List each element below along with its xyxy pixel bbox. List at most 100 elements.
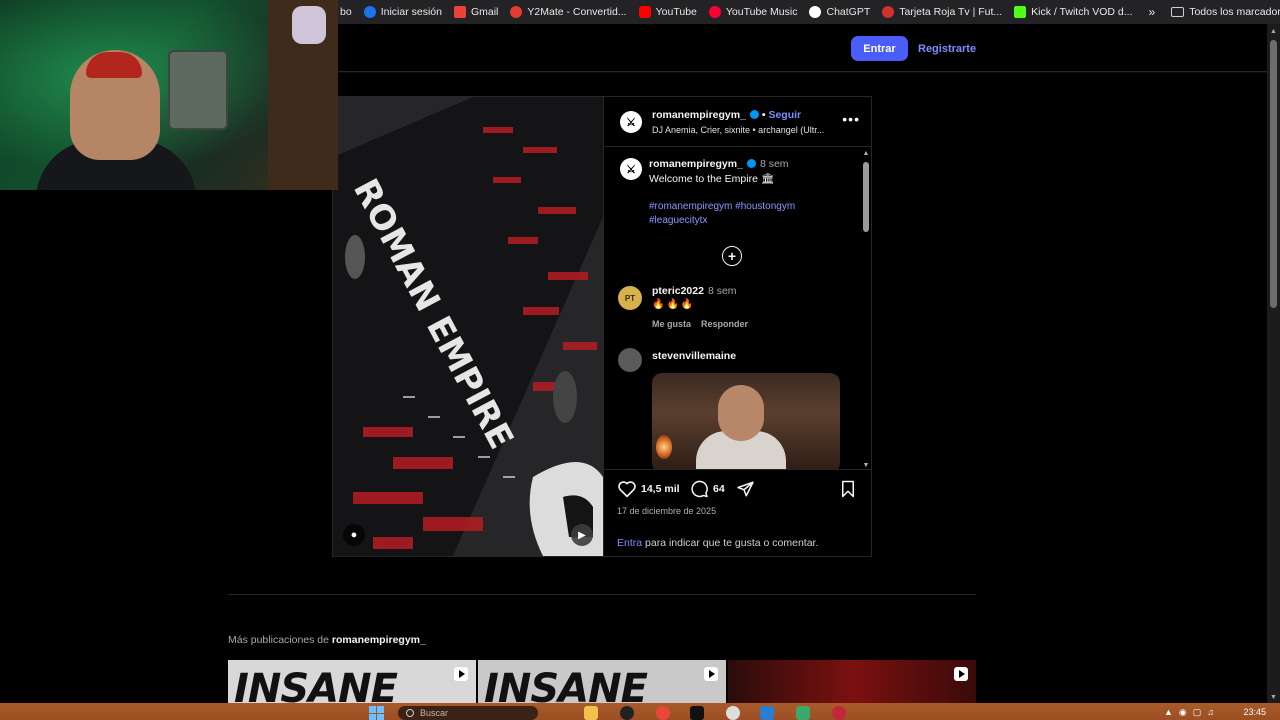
app-icon[interactable]	[796, 706, 810, 720]
windows-start-icon[interactable]	[369, 706, 385, 720]
thumbnail-text: INSANE	[484, 666, 648, 703]
gym-floor-image: ROMAN EMPIRE	[333, 97, 603, 556]
more-posts-prefix: Más publicaciones de	[228, 634, 332, 646]
like-action: 14,5 mil	[617, 480, 680, 498]
tarjeta-roja-icon	[882, 6, 895, 18]
login-button[interactable]: Entrar	[851, 36, 908, 61]
scroll-down-icon[interactable]: ▼	[862, 462, 870, 469]
bookmark-item[interactable]: ChatGPT	[803, 0, 876, 24]
bookmark-label: ChatGPT	[826, 6, 871, 18]
outlook-icon[interactable]	[760, 706, 774, 720]
bookmark-item[interactable]: YouTube Music	[703, 0, 804, 24]
all-bookmarks-label: Todos los marcadores	[1189, 6, 1280, 18]
all-bookmarks-button[interactable]: Todos los marcadores	[1165, 0, 1280, 24]
login-link[interactable]: Entra	[617, 537, 642, 549]
screen: bo Iniciar sesión Gmail Y2Mate - Convert…	[0, 0, 1280, 720]
obs-icon[interactable]	[620, 706, 634, 720]
webcam-whiteboard	[168, 50, 228, 130]
post-card: ROMAN EMPIRE ● ▶ ⚔ romanempiregym_ • Seg…	[332, 96, 872, 557]
comment-action: 64	[690, 480, 725, 498]
audio-track[interactable]: DJ Anemia, Crier, sixnite • archangel (U…	[652, 125, 840, 135]
webcam-person-cap	[86, 52, 142, 78]
signup-link[interactable]: Registrarte	[918, 36, 976, 61]
more-options-icon[interactable]: •••	[842, 111, 860, 127]
page-scrollbar[interactable]: ▲ ▼	[1267, 24, 1280, 703]
taskbar-clock[interactable]: 23:45	[1243, 707, 1266, 717]
youtube-music-icon	[708, 6, 721, 18]
section-divider	[228, 594, 976, 595]
login-hint-text: para indicar que te gusta o comentar.	[642, 537, 819, 549]
more-posts-title: Más publicaciones de romanempiregym_	[228, 634, 426, 646]
comment-username[interactable]: pteric2022	[652, 285, 704, 297]
page-scroll-thumb[interactable]	[1270, 40, 1277, 308]
bookmark-item[interactable]: Iniciar sesión	[358, 0, 448, 24]
verified-badge-icon	[746, 159, 756, 168]
comment-text: 🔥🔥🔥	[652, 299, 696, 310]
chatgpt-icon	[809, 6, 822, 18]
gmail-icon	[453, 6, 466, 18]
save-action	[840, 480, 856, 498]
comment-reply-button[interactable]: Responder	[701, 319, 748, 329]
comment-like-button[interactable]: Me gusta	[652, 319, 691, 329]
steam-icon[interactable]	[726, 706, 740, 720]
comments-scrollbar[interactable]: ▲ ▼	[862, 148, 870, 469]
caption-text: Welcome to the Empire 🏛	[649, 173, 775, 185]
verified-badge-icon	[749, 110, 759, 119]
comments-panel: ⚔ romanempiregym_ 8 sem Welcome to the Em…	[604, 148, 872, 469]
caption-header: romanempiregym_ 8 sem	[649, 158, 789, 170]
post-thumbnail[interactable]	[728, 660, 976, 703]
app-icon[interactable]	[832, 706, 846, 720]
bookmark-item[interactable]: Y2Mate - Convertid...	[504, 0, 632, 24]
comment-gif[interactable]	[652, 373, 840, 469]
caption-hashtags[interactable]: #romanempiregym #houstongym #leaguecityt…	[649, 200, 849, 228]
bookmark-item[interactable]: Tarjeta Roja Tv | Fut...	[876, 0, 1008, 24]
comment-header: pteric2022 8 sem	[652, 285, 737, 297]
system-tray-icons[interactable]: ▲◉▢♫	[1164, 707, 1220, 718]
bookmark-label: Gmail	[470, 6, 499, 18]
likes-count[interactable]: 14,5 mil	[641, 483, 680, 495]
comment-icon[interactable]	[690, 480, 709, 498]
scroll-up-icon[interactable]: ▲	[862, 150, 870, 157]
comments-count: 64	[713, 483, 725, 495]
sound-toggle-icon[interactable]: ▶	[571, 524, 593, 546]
post-thumbnail[interactable]: INSANE	[478, 660, 726, 703]
file-explorer-icon[interactable]	[584, 706, 598, 720]
bookmark-icon[interactable]	[840, 480, 856, 498]
load-more-comments-icon[interactable]: +	[722, 246, 742, 266]
account-avatar[interactable]: ⚔	[620, 111, 642, 133]
post-date: 17 de diciembre de 2025	[617, 506, 717, 516]
bookmark-label: bo	[340, 6, 352, 18]
post-thumbnail[interactable]: INSANE	[228, 660, 476, 703]
chrome-icon[interactable]	[656, 706, 670, 720]
comment-avatar[interactable]: PT	[618, 286, 642, 310]
post-sidebar: ⚔ romanempiregym_ • Seguir DJ Anemia, Cr…	[603, 97, 872, 556]
heart-icon[interactable]	[617, 480, 637, 498]
bookmark-label: Iniciar sesión	[380, 6, 442, 18]
webcam-overlay	[0, 0, 338, 190]
comment-avatar[interactable]	[618, 348, 642, 372]
gif-candle	[656, 435, 672, 459]
bookmark-item[interactable]: Kick / Twitch VOD d...	[1008, 0, 1138, 24]
scroll-thumb[interactable]	[863, 162, 869, 232]
account-username[interactable]: romanempiregym_	[652, 109, 746, 121]
post-video[interactable]: ROMAN EMPIRE ● ▶	[333, 97, 603, 556]
bookmark-item[interactable]: Gmail	[448, 0, 504, 24]
reel-icon	[454, 667, 468, 681]
scroll-down-icon[interactable]: ▼	[1267, 694, 1280, 701]
caption-avatar[interactable]: ⚔	[620, 158, 642, 180]
epic-games-icon[interactable]	[690, 706, 704, 720]
taskbar: Buscar ▲◉▢♫ 23:45	[0, 703, 1280, 720]
scroll-up-icon[interactable]: ▲	[1267, 28, 1280, 35]
share-icon[interactable]	[736, 480, 755, 498]
follow-button[interactable]: Seguir	[768, 109, 801, 121]
login-icon	[363, 6, 376, 18]
taskbar-search[interactable]: Buscar	[398, 706, 538, 720]
bookmark-item[interactable]: YouTube	[633, 0, 703, 24]
comment-username[interactable]: stevenvillemaine	[652, 350, 736, 362]
youtube-icon	[638, 6, 651, 18]
caption-username[interactable]: romanempiregym_	[649, 158, 743, 170]
more-posts-username[interactable]: romanempiregym_	[332, 634, 426, 646]
more-bookmarks-button[interactable]: »	[1139, 0, 1166, 24]
tagged-user-icon[interactable]: ●	[343, 524, 365, 546]
kick-icon	[1014, 6, 1027, 18]
